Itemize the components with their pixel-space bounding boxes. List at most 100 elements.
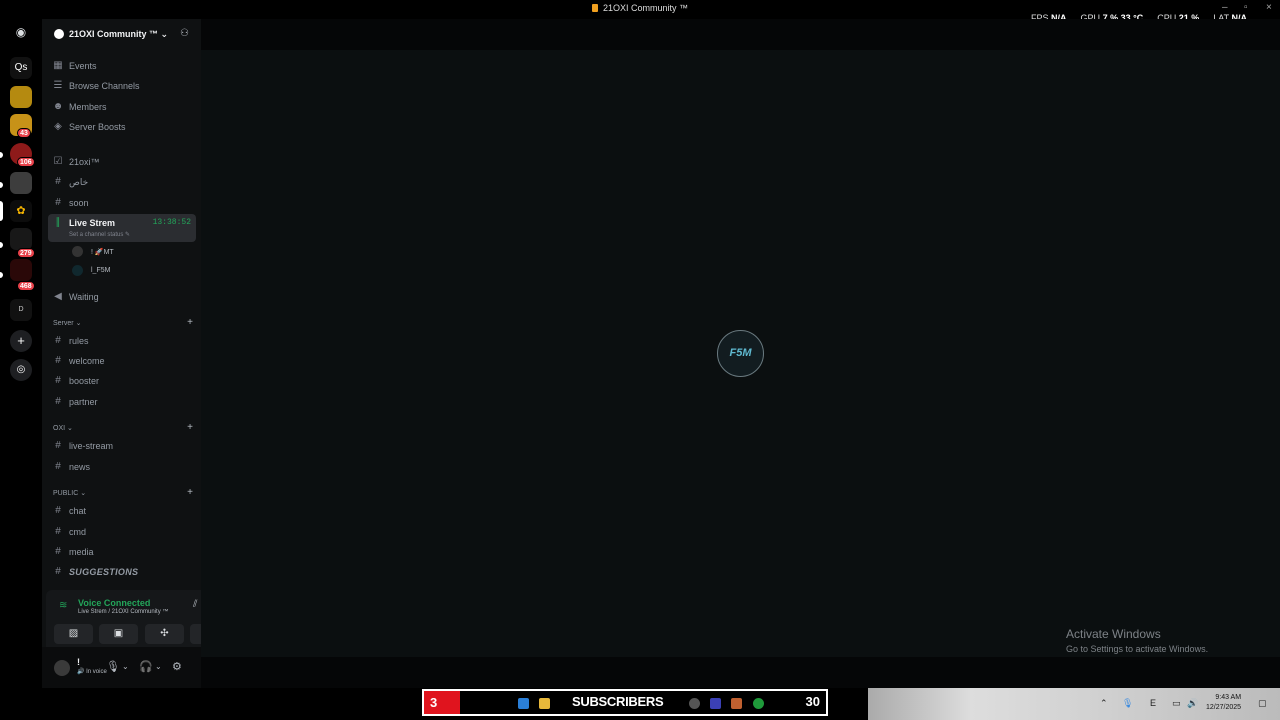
category-oxi[interactable]: OXI ⌄ +	[53, 422, 193, 436]
taskbar: 3 SUBSCRIBERS 30 ⌃ 🎙 E ▭ 🔊 9:43 AM 12/27…	[0, 688, 1280, 720]
channel-suggestions[interactable]: # SUGGESTIONS	[48, 563, 196, 581]
minimize-icon[interactable]: –	[1222, 2, 1228, 13]
hash-icon: #	[55, 505, 61, 516]
hash-icon: #	[55, 355, 61, 366]
channel-khas[interactable]: # خاص	[48, 173, 196, 191]
signal-icon: ≋	[59, 600, 68, 611]
rules-icon: ☑	[53, 156, 63, 167]
nav-server-boosts[interactable]: ◈ Server Boosts	[48, 118, 196, 136]
streamer-avatar[interactable]: F5M	[717, 330, 764, 377]
headphones-chevron-icon[interactable]: ⌄	[155, 662, 162, 671]
channel-chat[interactable]: # chat	[48, 502, 196, 520]
camera-off-icon: ▨	[68, 628, 79, 639]
calendar-icon: ▦	[53, 60, 63, 71]
voice-state[interactable]: Voice Connected	[78, 598, 150, 608]
activities-button[interactable]: ✣	[145, 624, 184, 644]
settings-gear-icon[interactable]: ⚙	[172, 660, 182, 673]
screen-share-button[interactable]: ▣	[99, 624, 138, 644]
channel-soon[interactable]: # soon	[48, 194, 196, 212]
close-icon[interactable]: ×	[1266, 2, 1272, 13]
headphones-icon[interactable]: 🎧	[139, 660, 153, 673]
app-icon[interactable]	[731, 698, 742, 709]
file-explorer-icon[interactable]	[539, 698, 550, 709]
maximize-icon[interactable]: ▫	[1244, 2, 1248, 13]
server-header[interactable]: 21OXI Community ™ ⌄ ⚇	[42, 19, 201, 49]
unread-pill	[0, 272, 3, 278]
server-qs[interactable]: Qs	[10, 57, 32, 79]
hash-icon: #	[55, 546, 61, 557]
server-folder[interactable]: D	[10, 299, 32, 321]
server-icon[interactable]	[10, 172, 32, 194]
subscriber-goal-widget: 3 SUBSCRIBERS 30	[422, 689, 828, 716]
stream-topbar	[201, 19, 1280, 50]
camera-off-button[interactable]: ▨	[54, 624, 93, 644]
network-icon[interactable]: ▭	[1172, 698, 1181, 709]
avatar	[72, 246, 83, 257]
unread-pill	[0, 152, 3, 158]
hash-icon: #	[55, 375, 61, 386]
channel-rules[interactable]: # rules	[48, 332, 196, 350]
taskbar-clock[interactable]: 9:43 AM 12/27/2025	[1206, 693, 1241, 713]
channel-news[interactable]: # news	[48, 458, 196, 476]
nav-events[interactable]: ▦ Events	[48, 57, 196, 75]
hash-icon: #	[55, 526, 61, 537]
add-channel-icon[interactable]: +	[187, 422, 193, 433]
xbox-icon[interactable]	[753, 698, 764, 709]
stream-bottombar	[201, 657, 1280, 688]
channel-sidebar: 21OXI Community ™ ⌄ ⚇ ▦ Events ☰ Browse Ch…	[42, 19, 237, 688]
hash-icon: #	[55, 176, 61, 187]
server-icon[interactable]	[10, 228, 32, 250]
add-server-icon[interactable]: +	[10, 330, 32, 352]
channel-media[interactable]: # media	[48, 543, 196, 561]
user-panel: ! 🔊 In voice 🎙 ⌄ 🎧 ⌄ ⚙	[42, 647, 201, 688]
explore-icon[interactable]: ◎	[10, 359, 32, 381]
voice-channel-waiting[interactable]: ◀ Waiting	[48, 288, 196, 306]
server-icon[interactable]: ✿	[10, 200, 32, 222]
speaker-icon: ◀	[54, 291, 62, 302]
boost-icon: ◈	[54, 121, 62, 132]
notifications-icon[interactable]: ▢	[1258, 698, 1267, 709]
nav-browse-channels[interactable]: ☰ Browse Channels	[48, 77, 196, 95]
username[interactable]: !	[77, 657, 80, 667]
mic-chevron-icon[interactable]: ⌄	[122, 662, 129, 671]
stream-view[interactable]: F5M	[201, 19, 1280, 688]
activate-windows-watermark: Activate Windows Go to Settings to activ…	[1066, 627, 1209, 654]
hash-icon: #	[55, 440, 61, 451]
add-channel-icon[interactable]: +	[187, 487, 193, 498]
volume-icon[interactable]: 🔊	[1187, 698, 1198, 709]
channel-cmd[interactable]: # cmd	[48, 523, 196, 541]
voice-live-icon: ∥	[55, 217, 61, 228]
server-rail: ◉ Qs 43 106 ✿ 279 468 D + ◎	[0, 19, 42, 688]
channel-21oxi[interactable]: ☑ 21oxi™	[48, 153, 196, 171]
add-channel-icon[interactable]: +	[187, 317, 193, 328]
start-icon[interactable]	[518, 698, 529, 709]
microphone-icon[interactable]: 🎙	[106, 660, 120, 673]
tray-chevron-icon[interactable]: ⌃	[1100, 698, 1108, 709]
category-public[interactable]: PUBLIC ⌄ +	[53, 487, 193, 501]
channel-partner[interactable]: # partner	[48, 393, 196, 411]
app-icon[interactable]	[710, 698, 721, 709]
app-icon	[591, 4, 598, 12]
mic-tray-icon[interactable]: 🎙	[1122, 698, 1133, 709]
channel-booster[interactable]: # booster	[48, 372, 196, 390]
invite-icon[interactable]: ⚇	[180, 28, 189, 39]
avatar[interactable]	[54, 660, 70, 676]
channel-status[interactable]: Set a channel status ✎	[69, 231, 130, 238]
subscriber-count: 3	[424, 691, 460, 714]
server-icon[interactable]	[10, 259, 32, 281]
category-server[interactable]: Server ⌄ +	[53, 317, 193, 331]
channel-welcome[interactable]: # welcome	[48, 352, 196, 370]
server-avatar	[54, 29, 64, 39]
noise-suppression-icon[interactable]: ⫽	[193, 599, 197, 610]
language-icon[interactable]: E	[1150, 698, 1156, 708]
channel-live-stream[interactable]: # live-stream	[48, 437, 196, 455]
discord-icon[interactable]: ◉	[10, 25, 32, 47]
chrome-icon[interactable]	[689, 698, 700, 709]
subscriber-goal: 30	[805, 694, 820, 709]
nav-members[interactable]: ☻ Members	[48, 98, 196, 116]
server-icon[interactable]	[10, 86, 32, 108]
voice-channel-live-strem[interactable]: ∥ Live Strem 13:38:52 Set a channel stat…	[48, 214, 196, 242]
server-name[interactable]: 21OXI Community ™ ⌄	[69, 29, 168, 40]
voice-location[interactable]: Live Strem / 21OXI Community ™	[78, 609, 168, 615]
hash-icon: #	[55, 335, 61, 346]
